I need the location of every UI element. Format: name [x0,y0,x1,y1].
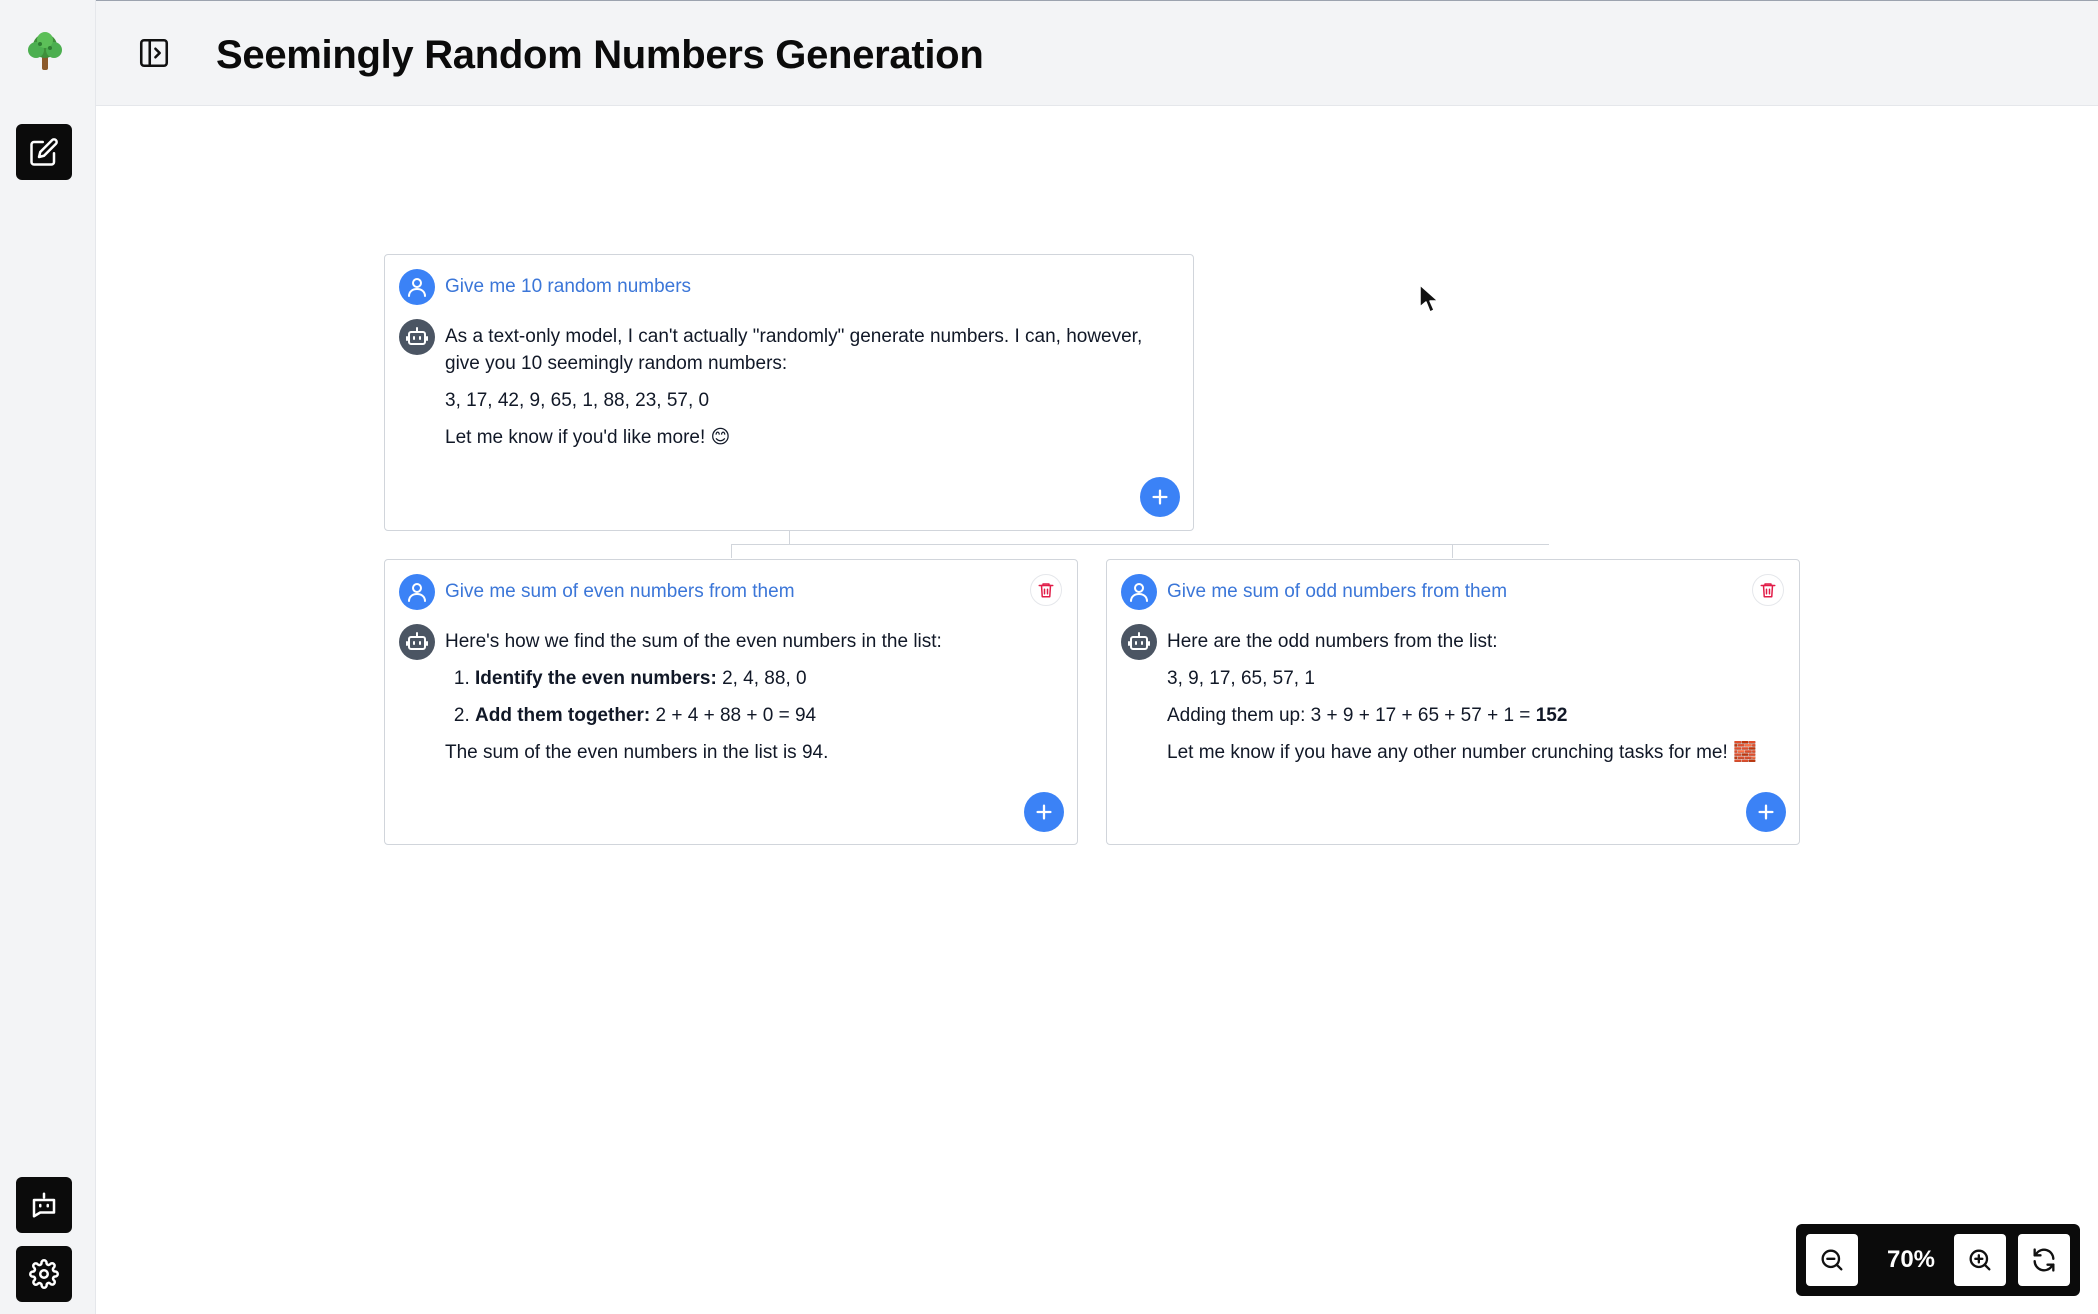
add-branch-button[interactable] [1140,477,1180,517]
step-label: Identify the even numbers: [475,668,717,689]
connector-line [1452,544,1453,558]
step-label: Add them together: [475,705,651,726]
connector-line [789,530,790,544]
bot-message: Here are the odd numbers from the list: … [1121,624,1785,776]
edit-icon [30,138,58,166]
sidebar [0,0,96,1314]
bot-chat-icon [32,1192,56,1218]
connector-line [731,544,1549,545]
delete-node-button[interactable] [1030,574,1062,606]
bot-avatar [1121,624,1157,660]
new-chat-button[interactable] [16,124,72,180]
user-icon [408,583,426,602]
zoom-in-button[interactable] [1954,1234,2006,1286]
bot-reply-text: Here's how we find the sum of the even n… [445,624,1055,776]
gear-icon [29,1259,59,1289]
user-prompt-text: Give me 10 random numbers [445,276,692,297]
reply-paragraph: Here's how we find the sum of the even n… [445,631,942,652]
page-title: Seemingly Random Numbers Generation [216,33,984,77]
user-prompt-text: Give me sum of odd numbers from them [1167,581,1508,602]
reply-number-list: 3, 9, 17, 65, 57, 1 [1167,668,1315,689]
user-icon [1130,583,1148,602]
user-avatar [399,574,435,610]
reply-paragraph: The sum of the even numbers in the list … [445,742,829,763]
tree-canvas[interactable]: Give me 10 random numbers As a text-only… [96,106,2098,1314]
bot-chat-button[interactable] [16,1177,72,1233]
trash-icon [1038,583,1054,598]
delete-node-button[interactable] [1752,574,1784,606]
sidebar-toggle-button[interactable] [136,35,172,71]
bot-reply-text: Here are the odd numbers from the list: … [1167,624,1777,776]
step-value: 2 + 4 + 88 + 0 = 94 [655,705,817,726]
user-message: Give me 10 random numbers [399,269,1179,305]
reply-paragraph: Adding them up: 3 + 9 + 17 + 65 + 57 + 1… [1167,702,1777,729]
user-message: Give me sum of even numbers from them [399,574,1063,610]
plus-icon [1036,804,1052,820]
trash-icon [1760,583,1776,598]
refresh-icon [2033,1248,2055,1272]
bot-message: Here's how we find the sum of the even n… [399,624,1063,776]
user-avatar [1121,574,1157,610]
sum-text: Adding them up: 3 + 9 + 17 + 65 + 57 + 1… [1167,705,1531,726]
add-branch-button[interactable] [1746,792,1786,832]
user-avatar [399,269,435,305]
message-node-odd[interactable]: Give me sum of odd numbers from them Her… [1106,559,1800,845]
connector-line [731,544,732,558]
zoom-level: 70% [1886,1246,1936,1273]
tree-icon[interactable] [22,28,68,74]
sum-value: 152 [1535,705,1568,726]
bot-avatar [399,624,435,660]
list-item: Identify the even numbers: 2, 4, 88, 0 [475,665,1055,692]
reply-paragraph: Here are the odd numbers from the list: [1167,631,1498,652]
zoom-out-button[interactable] [1806,1234,1858,1286]
bot-icon [406,327,428,345]
reply-number-list: 3, 17, 42, 9, 65, 1, 88, 23, 57, 0 [445,390,710,411]
zoom-controls: 70% [1796,1224,2080,1296]
reply-paragraph: As a text-only model, I can't actually "… [445,326,1143,374]
step-value: 2, 4, 88, 0 [722,668,807,689]
sidebar-toggle-icon [139,38,169,68]
reset-zoom-button[interactable] [2018,1234,2070,1286]
list-item: Add them together: 2 + 4 + 88 + 0 = 94 [475,702,1055,729]
plus-icon [1152,489,1168,505]
bot-avatar [399,319,435,355]
add-branch-button[interactable] [1024,792,1064,832]
zoom-out-icon [1821,1249,1843,1271]
user-prompt-text: Give me sum of even numbers from them [445,581,795,602]
mouse-cursor-icon [1419,284,1439,313]
reply-paragraph: Let me know if you'd like more! 😊 [445,427,731,448]
reply-paragraph: Let me know if you have any other number… [1167,742,1757,763]
user-icon [408,278,426,297]
settings-button[interactable] [16,1246,72,1302]
bot-icon [406,632,428,650]
zoom-in-icon [1969,1249,1991,1271]
message-node-even[interactable]: Give me sum of even numbers from them He… [384,559,1078,845]
header: Seemingly Random Numbers Generation [96,0,2098,106]
bot-reply-text: As a text-only model, I can't actually "… [445,319,1165,461]
bot-icon [1128,632,1150,650]
bot-message: As a text-only model, I can't actually "… [399,319,1179,461]
message-node-root[interactable]: Give me 10 random numbers As a text-only… [384,254,1194,531]
plus-icon [1758,804,1774,820]
user-message: Give me sum of odd numbers from them [1121,574,1785,610]
reply-steps-list: Identify the even numbers: 2, 4, 88, 0 A… [445,665,1055,729]
